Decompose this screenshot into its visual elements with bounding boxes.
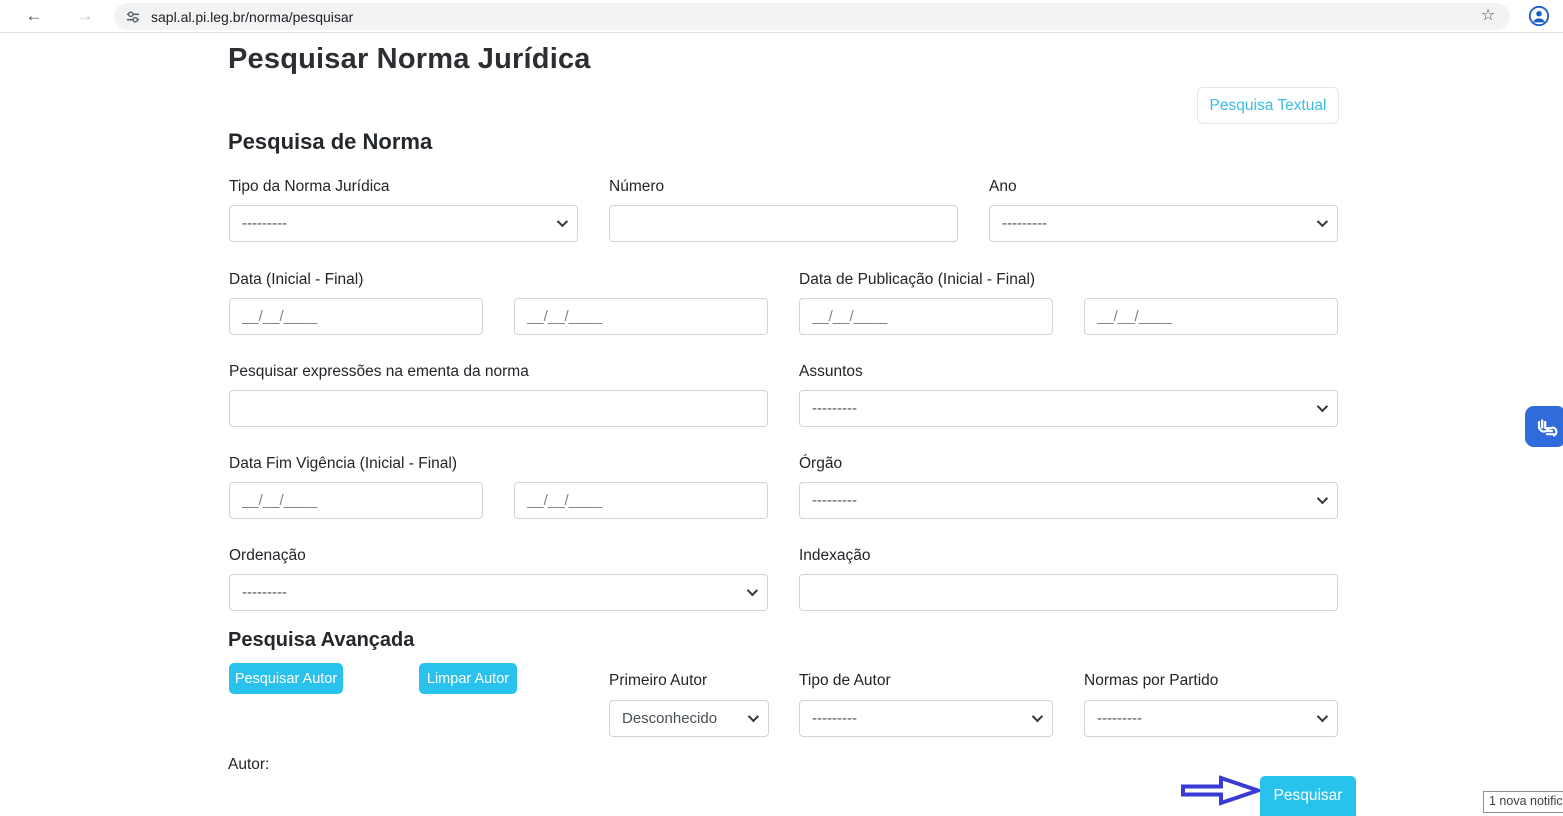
- assuntos-select[interactable]: ---------: [799, 390, 1338, 427]
- field-assuntos: Assuntos ---------: [799, 363, 1338, 427]
- ordenacao-value: ---------: [242, 584, 287, 601]
- page-title: Pesquisar Norma Jurídica: [228, 43, 591, 76]
- bookmark-star-icon[interactable]: ☆: [1477, 5, 1499, 27]
- data-publicacao-final-input[interactable]: [1084, 298, 1338, 335]
- orgao-label: Órgão: [799, 455, 1338, 473]
- field-ano: Ano ---------: [989, 178, 1338, 242]
- chevron-down-icon: [1317, 216, 1328, 227]
- section-title: Pesquisa de Norma: [228, 129, 432, 155]
- field-indexacao: Indexação: [799, 547, 1338, 611]
- profile-icon[interactable]: [1528, 5, 1550, 27]
- autor-label: Autor:: [228, 756, 269, 774]
- field-tipo-norma: Tipo da Norma Jurídica ---------: [229, 178, 578, 242]
- vigencia-final-input[interactable]: [514, 482, 768, 519]
- ordenacao-select[interactable]: ---------: [229, 574, 768, 611]
- pesquisa-textual-button[interactable]: Pesquisa Textual: [1197, 87, 1339, 124]
- field-data-fim-vigencia: Data Fim Vigência (Inicial - Final): [229, 455, 768, 519]
- numero-label: Número: [609, 178, 958, 196]
- forward-icon: →: [73, 4, 97, 28]
- chevron-down-icon: [748, 711, 759, 722]
- tipo-autor-label: Tipo de Autor: [799, 672, 1053, 690]
- chevron-down-icon: [1317, 711, 1328, 722]
- numero-input[interactable]: [609, 205, 958, 242]
- field-primeiro-autor: Primeiro Autor Desconhecido: [609, 672, 769, 737]
- field-ordenacao: Ordenação ---------: [229, 547, 768, 611]
- data-inicial-input[interactable]: [229, 298, 483, 335]
- chevron-down-icon: [557, 216, 568, 227]
- browser-toolbar: ← → sapl.al.pi.leg.br/norma/pesquisar ☆: [0, 0, 1563, 33]
- vigencia-inicial-input[interactable]: [229, 482, 483, 519]
- assuntos-value: ---------: [812, 400, 857, 417]
- highlight-arrow-icon: [1179, 775, 1263, 807]
- chevron-down-icon: [1317, 401, 1328, 412]
- advanced-section-title: Pesquisa Avançada: [228, 629, 414, 652]
- normas-partido-label: Normas por Partido: [1084, 672, 1338, 690]
- field-orgao: Órgão ---------: [799, 455, 1338, 519]
- field-data: Data (Inicial - Final): [229, 271, 768, 335]
- tipo-autor-value: ---------: [812, 710, 857, 727]
- primeiro-autor-select[interactable]: Desconhecido: [609, 700, 769, 737]
- data-final-input[interactable]: [514, 298, 768, 335]
- site-settings-icon[interactable]: [124, 8, 142, 26]
- ementa-label: Pesquisar expressões na ementa da norma: [229, 363, 768, 381]
- data-label: Data (Inicial - Final): [229, 271, 768, 289]
- tipo-norma-label: Tipo da Norma Jurídica: [229, 178, 578, 196]
- pesquisar-autor-button[interactable]: Pesquisar Autor: [229, 663, 343, 694]
- indexacao-label: Indexação: [799, 547, 1338, 565]
- normas-partido-select[interactable]: ---------: [1084, 700, 1338, 737]
- url-text: sapl.al.pi.leg.br/norma/pesquisar: [151, 9, 353, 25]
- notification-tooltip: 1 nova notificação: [1483, 791, 1563, 813]
- assuntos-label: Assuntos: [799, 363, 1338, 381]
- field-ementa: Pesquisar expressões na ementa da norma: [229, 363, 768, 427]
- field-data-publicacao: Data de Publicação (Inicial - Final): [799, 271, 1338, 335]
- data-fim-vigencia-label: Data Fim Vigência (Inicial - Final): [229, 455, 768, 473]
- ano-value: ---------: [1002, 215, 1047, 232]
- chevron-down-icon: [1032, 711, 1043, 722]
- field-tipo-autor: Tipo de Autor ---------: [799, 672, 1053, 737]
- tipo-norma-select[interactable]: ---------: [229, 205, 578, 242]
- url-bar[interactable]: sapl.al.pi.leg.br/norma/pesquisar: [114, 3, 1510, 30]
- hand-talk-libras-icon[interactable]: [1525, 406, 1563, 447]
- orgao-value: ---------: [812, 492, 857, 509]
- ano-label: Ano: [989, 178, 1338, 196]
- back-icon[interactable]: ←: [22, 4, 46, 28]
- chevron-down-icon: [1317, 493, 1328, 504]
- ementa-input[interactable]: [229, 390, 768, 427]
- chevron-down-icon: [747, 585, 758, 596]
- ano-select[interactable]: ---------: [989, 205, 1338, 242]
- data-publicacao-label: Data de Publicação (Inicial - Final): [799, 271, 1338, 289]
- tipo-norma-value: ---------: [242, 215, 287, 232]
- ordenacao-label: Ordenação: [229, 547, 768, 565]
- limpar-autor-button[interactable]: Limpar Autor: [419, 663, 517, 694]
- primeiro-autor-value: Desconhecido: [622, 710, 717, 727]
- orgao-select[interactable]: ---------: [799, 482, 1338, 519]
- primeiro-autor-label: Primeiro Autor: [609, 672, 769, 690]
- normas-partido-value: ---------: [1097, 710, 1142, 727]
- field-normas-partido: Normas por Partido ---------: [1084, 672, 1338, 737]
- data-publicacao-inicial-input[interactable]: [799, 298, 1053, 335]
- indexacao-input[interactable]: [799, 574, 1338, 611]
- pesquisar-button[interactable]: Pesquisar: [1260, 776, 1356, 816]
- field-numero: Número: [609, 178, 958, 242]
- tipo-autor-select[interactable]: ---------: [799, 700, 1053, 737]
